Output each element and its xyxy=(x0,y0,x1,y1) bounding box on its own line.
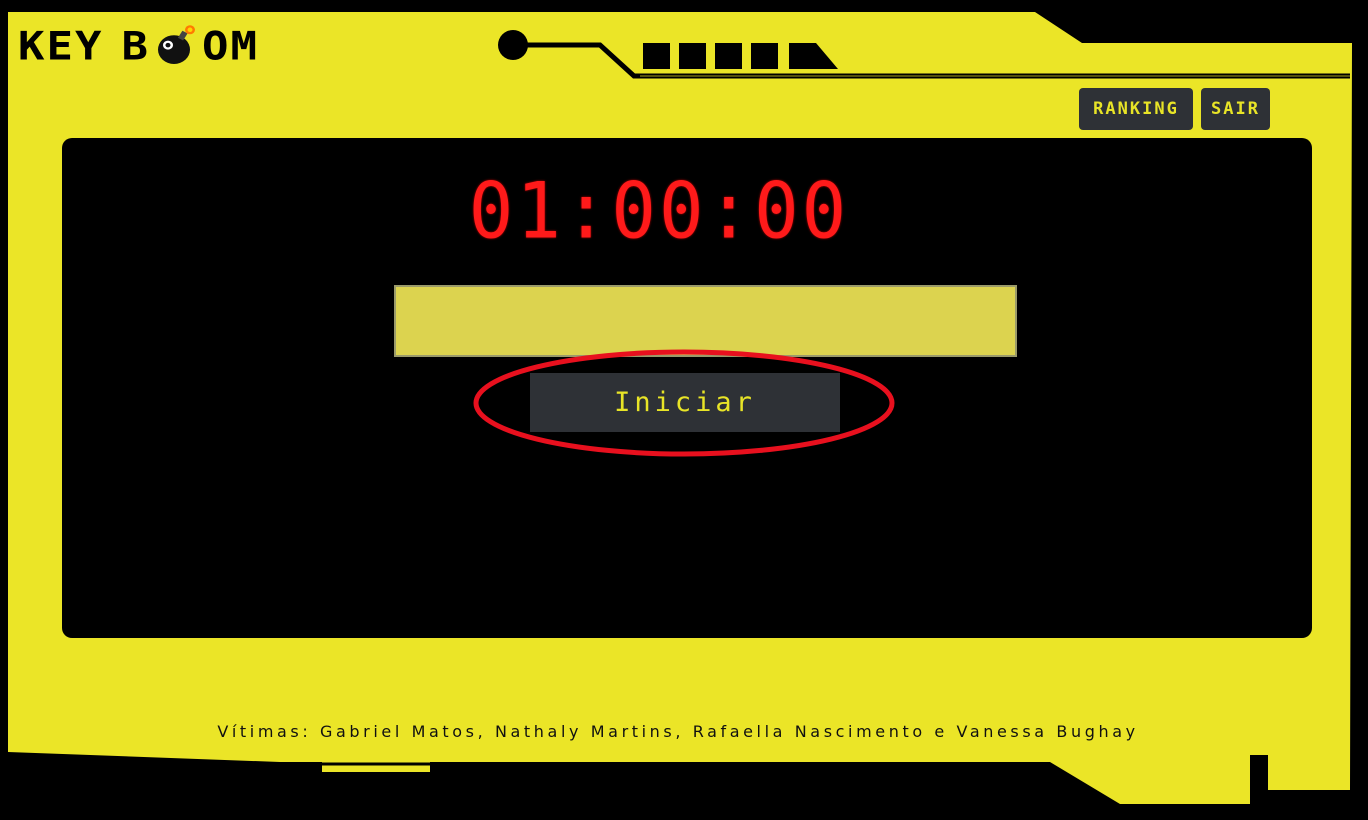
logo-letters-om: OM xyxy=(201,23,259,69)
key-input[interactable] xyxy=(394,285,1017,357)
logo-word-key: KEY xyxy=(18,23,104,69)
bomb-icon xyxy=(152,24,200,67)
credits-text: Vítimas: Gabriel Matos, Nathaly Martins,… xyxy=(217,722,1139,741)
logo-letter-b: B xyxy=(121,23,150,69)
exit-button[interactable]: Sair xyxy=(1201,88,1270,130)
app-logo: KEY B OM xyxy=(18,23,259,69)
countdown-timer: 01:00:00 xyxy=(468,165,850,257)
ranking-button[interactable]: Ranking xyxy=(1079,88,1193,130)
top-nav: Ranking Sair xyxy=(1079,88,1270,130)
start-button[interactable]: Iniciar xyxy=(530,373,840,432)
